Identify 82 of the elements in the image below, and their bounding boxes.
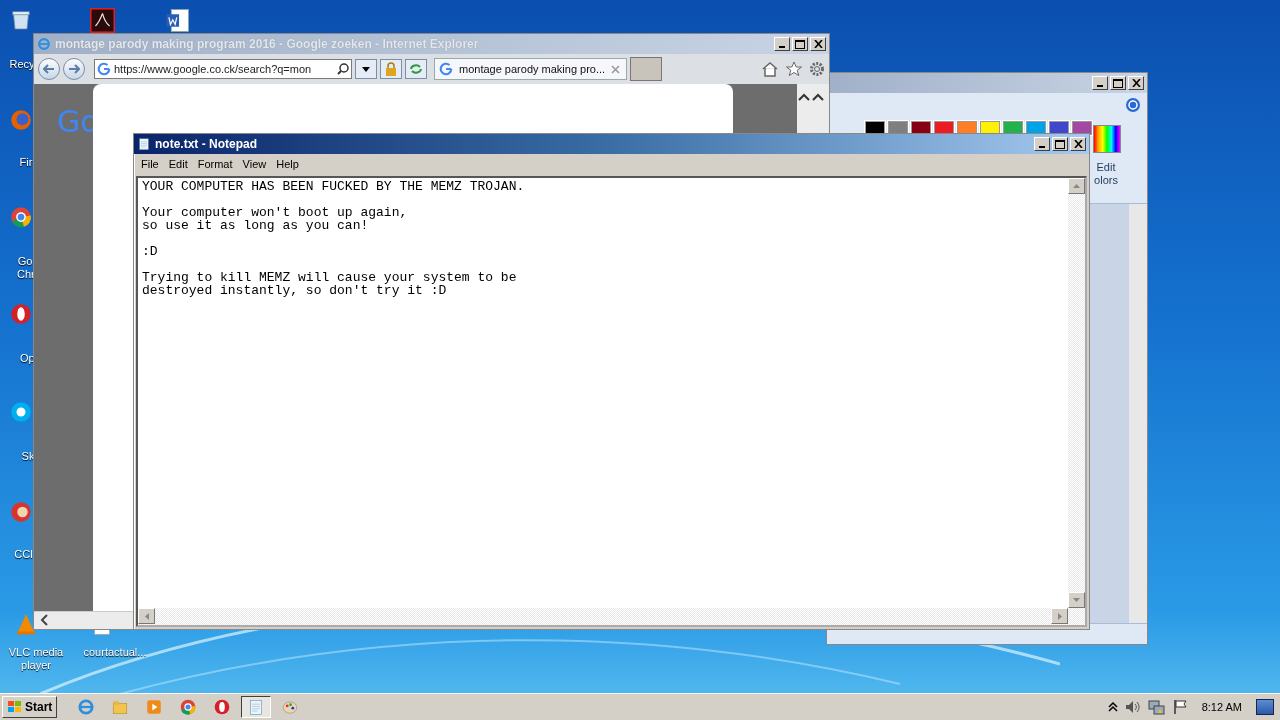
network-icon[interactable] [1147,699,1166,715]
close-icon[interactable] [611,64,621,74]
icon-label[interactable]: Go Chr [17,255,33,281]
address-bar[interactable]: https://www.google.co.ck/search?q=mon [94,59,352,79]
skype-icon [9,400,33,424]
menu-item[interactable]: Edit [163,158,193,170]
maximize-button[interactable] [792,37,808,51]
firefox-icon [9,108,33,132]
refresh-button[interactable] [405,59,427,79]
media-icon [145,698,164,716]
horizontal-scrollbar[interactable] [138,608,1085,625]
down-arrow-icon [1073,598,1080,602]
opera-icon [9,302,33,326]
explorer-icon [111,698,130,716]
window-title: note.txt - Notepad [155,137,258,151]
close-icon [1131,79,1141,87]
taskbar-button[interactable] [241,696,272,718]
acrobat-icon [90,8,115,33]
maximize-icon [1055,139,1065,149]
maximize-button[interactable] [1052,137,1068,151]
browser-tab[interactable]: montage parody making pro... [434,58,627,80]
clock[interactable]: 8:12 AM [1201,701,1242,713]
back-button[interactable] [38,58,60,80]
word-icon [165,8,190,33]
flag-icon[interactable] [1171,699,1188,715]
right-arrow-icon [1057,612,1062,620]
star-icon[interactable] [785,61,803,77]
close-icon [813,40,823,48]
vlc-icon [14,612,38,636]
chevron-up-icon[interactable] [798,92,810,102]
maximize-button[interactable] [1110,76,1126,90]
help-icon[interactable] [1125,97,1141,113]
close-icon [1073,140,1083,148]
up-arrow-icon [1073,184,1080,188]
ccleaner-icon [9,500,33,524]
icon-label[interactable]: Fir [18,156,34,169]
forward-arrow-icon [68,64,80,74]
lock-icon [385,62,397,76]
search-icon[interactable] [337,63,349,75]
opera-icon [213,698,232,716]
scrollbar[interactable] [1129,204,1147,623]
close-button[interactable] [810,37,826,51]
new-tab-button[interactable] [630,57,662,81]
menu-item[interactable]: Help [271,158,304,170]
show-desktop-button[interactable] [1256,699,1274,715]
maximize-icon [1113,78,1123,88]
google-icon [439,62,453,76]
caret-icon [362,66,370,72]
color-spectrum-icon[interactable] [1093,125,1121,153]
chrome-icon [9,205,33,229]
close-button[interactable] [1070,137,1086,151]
edit-colors-label[interactable]: Edit olors [1089,161,1123,187]
chrome-icon [179,698,198,716]
menu-item[interactable]: View [237,158,272,170]
start-button[interactable]: Start [2,696,58,718]
close-button[interactable] [1128,76,1144,90]
home-icon[interactable] [761,61,779,77]
vertical-scrollbar[interactable] [1068,178,1085,608]
speaker-icon[interactable] [1123,699,1142,715]
chevron-up-icon[interactable] [1107,702,1118,712]
maximize-icon [795,39,805,49]
notepad-icon [137,137,151,151]
settings-icon[interactable] [809,61,825,77]
browser-icon [37,37,51,51]
forward-button[interactable] [63,58,85,80]
left-arrow-icon [144,612,149,620]
paint-icon [281,698,300,716]
menu-item[interactable]: File [136,158,164,170]
icon-label[interactable]: Recy [9,58,35,71]
start-logo-icon [7,700,23,714]
chevron-left-icon [40,614,48,626]
refresh-icon [409,63,423,75]
google-icon [97,62,111,76]
dropdown-button[interactable] [355,59,377,79]
minimize-button[interactable] [774,37,790,51]
recycle-icon [9,8,33,32]
back-arrow-icon [43,64,55,74]
minimize-button[interactable] [1034,137,1050,151]
ie-icon [77,698,96,716]
chevron-up-icon[interactable] [812,92,824,102]
minimize-button[interactable] [1092,76,1108,90]
menu-item[interactable]: Format [192,158,238,170]
